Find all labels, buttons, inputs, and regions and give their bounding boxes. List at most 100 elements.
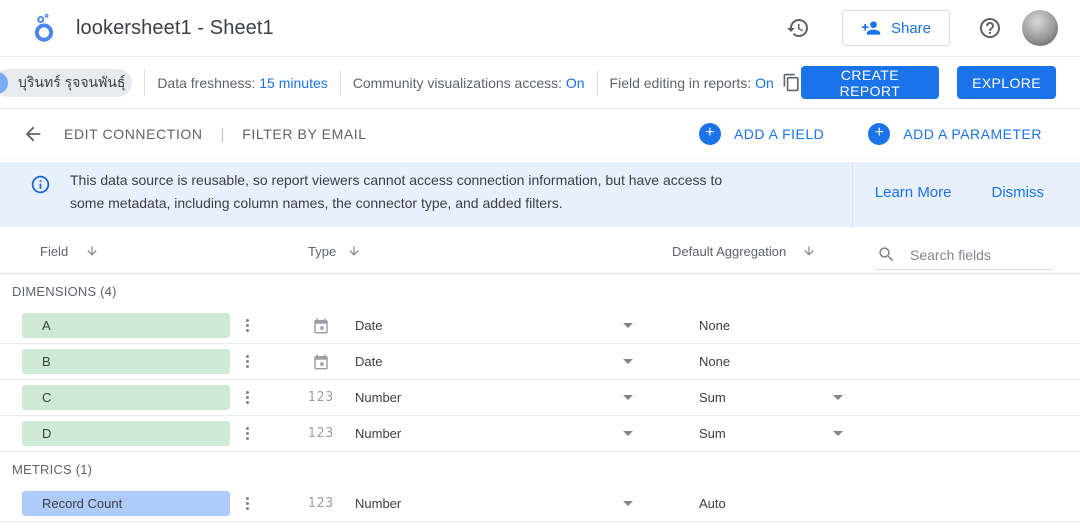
data-freshness-label: Data freshness: [157,75,255,91]
type-caret-down-icon[interactable] [623,395,633,400]
copy-icon[interactable] [782,73,801,92]
data-source-toolbar: บุรินทร์ รุจจนพันธุ์ Data freshness: 15 … [0,57,1080,109]
field-type[interactable]: Date [355,354,593,369]
share-button[interactable]: Share [842,10,950,46]
add-a-parameter-button[interactable]: + ADD A PARAMETER [868,123,1042,145]
header-actions: Share [786,10,1058,46]
field-name: A [42,318,51,333]
back-arrow-icon[interactable] [22,123,44,145]
field-name-chip[interactable]: D [22,421,230,446]
user-avatar[interactable] [1022,10,1058,46]
looker-studio-data-source-page: lookersheet1 - Sheet1 Share บุรินทร์ รุจ… [0,0,1080,532]
field-type[interactable]: Number [355,390,593,405]
type-icon-cell: 123 [307,390,335,405]
field-editing-value[interactable]: On [755,75,774,91]
field-aggregation[interactable]: Auto [699,496,797,511]
share-label: Share [891,20,931,37]
field-row: A 123 Date None [0,308,1080,344]
info-icon [30,174,51,195]
edit-connection-link[interactable]: EDIT CONNECTION [64,126,203,142]
aggregation-caret-down-icon[interactable] [833,395,843,400]
community-viz-value[interactable]: On [566,75,585,91]
calendar-icon [312,353,330,371]
field-row: C 123 Number Sum [0,380,1080,416]
divider [144,70,145,96]
numeric-123-icon: 123 [308,496,334,511]
looker-studio-logo-icon[interactable] [30,13,58,43]
divider [597,70,598,96]
separator: | [221,126,225,142]
owner-name: บุรินทร์ รุจจนพันธุ์ [18,72,125,94]
field-section: DIMENSIONS (4) A 123 Date None B [0,274,1080,452]
sort-down-icon[interactable] [85,244,99,258]
numeric-123-icon: 123 [308,426,334,441]
field-type[interactable]: Number [355,496,593,511]
page-title: lookersheet1 - Sheet1 [76,17,274,40]
explore-button[interactable]: EXPLORE [957,66,1056,99]
field-menu-dots-icon[interactable] [243,387,252,408]
column-header-field[interactable]: Field [40,244,68,259]
field-table-header: Field Type Default Aggregation [0,227,1080,274]
type-icon-cell: 123 [307,426,335,441]
type-icon-cell: 123 [307,496,335,511]
section-title: DIMENSIONS (4) [0,274,1080,308]
type-caret-down-icon[interactable] [623,323,633,328]
numeric-123-icon: 123 [308,390,334,405]
banner-actions: Learn More Dismiss [875,184,1044,201]
divider [340,70,341,96]
community-viz-label: Community visualizations access: [353,75,562,91]
field-name-chip[interactable]: B [22,349,230,374]
owner-avatar [0,72,8,94]
help-icon[interactable] [978,16,1002,40]
owner-chip[interactable]: บุรินทร์ รุจจนพันธุ์ [0,69,132,97]
field-editing-stat[interactable]: Field editing in reports: On [610,75,774,91]
field-menu-dots-icon[interactable] [243,423,252,444]
column-header-aggregation[interactable]: Default Aggregation [672,244,786,259]
field-name-chip[interactable]: Record Count [22,491,230,516]
type-caret-down-icon[interactable] [623,431,633,436]
field-name: B [42,354,51,369]
type-caret-down-icon[interactable] [623,501,633,506]
field-name-chip[interactable]: C [22,385,230,410]
field-name: Record Count [42,496,122,511]
field-name-chip[interactable]: A [22,313,230,338]
field-menu-dots-icon[interactable] [243,351,252,372]
field-aggregation[interactable]: None [699,318,797,333]
data-freshness-value[interactable]: 15 minutes [259,75,327,91]
section-rows: A 123 Date None B 123 [0,308,1080,452]
field-menu-dots-icon[interactable] [243,493,252,514]
search-icon[interactable] [877,245,896,264]
data-freshness-stat[interactable]: Data freshness: 15 minutes [157,75,327,91]
version-history-icon[interactable] [786,16,810,40]
banner-message: This data source is reusable, so report … [70,169,840,215]
field-type[interactable]: Number [355,426,593,441]
filter-by-email-link[interactable]: FILTER BY EMAIL [242,126,366,142]
search-fields-input[interactable] [910,247,1045,263]
field-aggregation[interactable]: Sum [699,426,797,441]
community-viz-stat[interactable]: Community visualizations access: On [353,75,585,91]
field-aggregation[interactable]: None [699,354,797,369]
type-caret-down-icon[interactable] [623,359,633,364]
calendar-icon [312,317,330,335]
plus-icon: + [699,123,721,145]
field-row: Record Count 123 Number Auto [0,486,1080,522]
learn-more-link[interactable]: Learn More [875,184,952,201]
create-report-button[interactable]: CREATE REPORT [801,66,939,99]
connection-action-bar: EDIT CONNECTION | FILTER BY EMAIL + ADD … [0,109,1080,159]
aggregation-caret-down-icon[interactable] [833,431,843,436]
section-rows: Record Count 123 Number Auto [0,486,1080,522]
search-fields-box [875,240,1053,270]
section-title: METRICS (1) [0,452,1080,486]
field-menu-dots-icon[interactable] [243,315,252,336]
dismiss-button[interactable]: Dismiss [992,184,1045,201]
plus-icon: + [868,123,890,145]
column-header-type[interactable]: Type [308,244,336,259]
sort-down-icon[interactable] [802,244,816,258]
add-a-field-button[interactable]: + ADD A FIELD [699,123,824,145]
toolbar-buttons: CREATE REPORT EXPLORE [801,66,1056,99]
sort-down-icon[interactable] [347,244,361,258]
field-row: B 123 Date None [0,344,1080,380]
field-type[interactable]: Date [355,318,593,333]
field-aggregation[interactable]: Sum [699,390,797,405]
person-add-icon [861,18,881,38]
